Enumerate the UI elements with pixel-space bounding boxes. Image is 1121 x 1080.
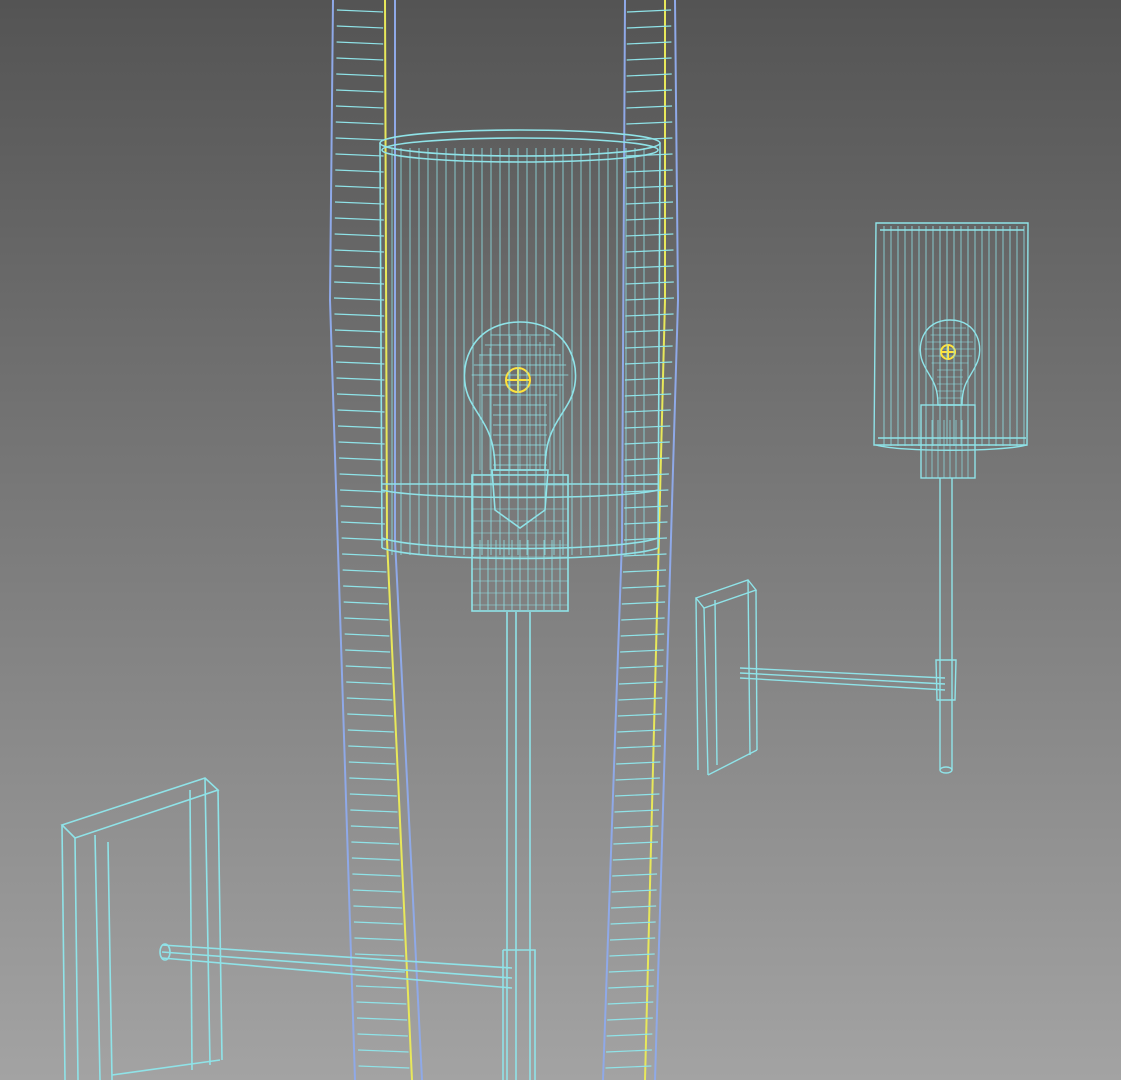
3d-viewport[interactable] (0, 0, 1121, 1080)
small-pivot-icon (940, 344, 956, 360)
wireframe-scene (0, 0, 1121, 1080)
